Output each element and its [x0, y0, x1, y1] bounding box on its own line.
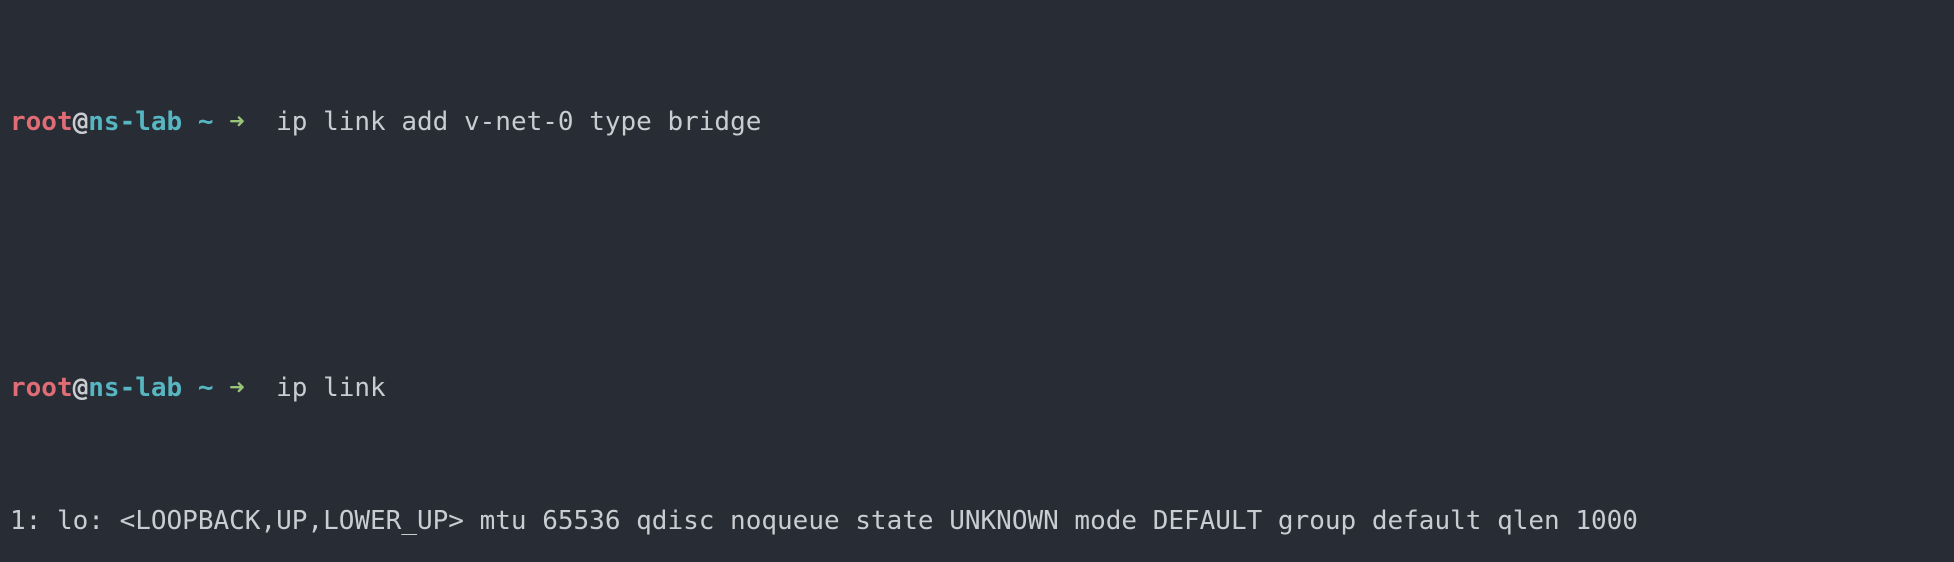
prompt-at: @ — [73, 373, 89, 403]
prompt-arrow-icon: ➜ — [229, 373, 276, 403]
prompt-line-1: root@ns-lab ~ ➜ ip link add v-net-0 type… — [10, 106, 1944, 139]
terminal[interactable]: root@ns-lab ~ ➜ ip link add v-net-0 type… — [0, 0, 1954, 562]
command-1: ip link add v-net-0 type bridge — [276, 107, 761, 137]
prompt-user: root — [10, 373, 73, 403]
blank-line — [10, 239, 1944, 272]
prompt-dir: ~ — [182, 373, 229, 403]
prompt-line-2: root@ns-lab ~ ➜ ip link — [10, 372, 1944, 405]
prompt-at: @ — [73, 107, 89, 137]
prompt-host: ns-lab — [88, 373, 182, 403]
prompt-dir: ~ — [182, 107, 229, 137]
prompt-arrow-icon: ➜ — [229, 107, 276, 137]
output-line: 1: lo: <LOOPBACK,UP,LOWER_UP> mtu 65536 … — [10, 505, 1944, 538]
prompt-user: root — [10, 107, 73, 137]
prompt-host: ns-lab — [88, 107, 182, 137]
command-2: ip link — [276, 373, 386, 403]
